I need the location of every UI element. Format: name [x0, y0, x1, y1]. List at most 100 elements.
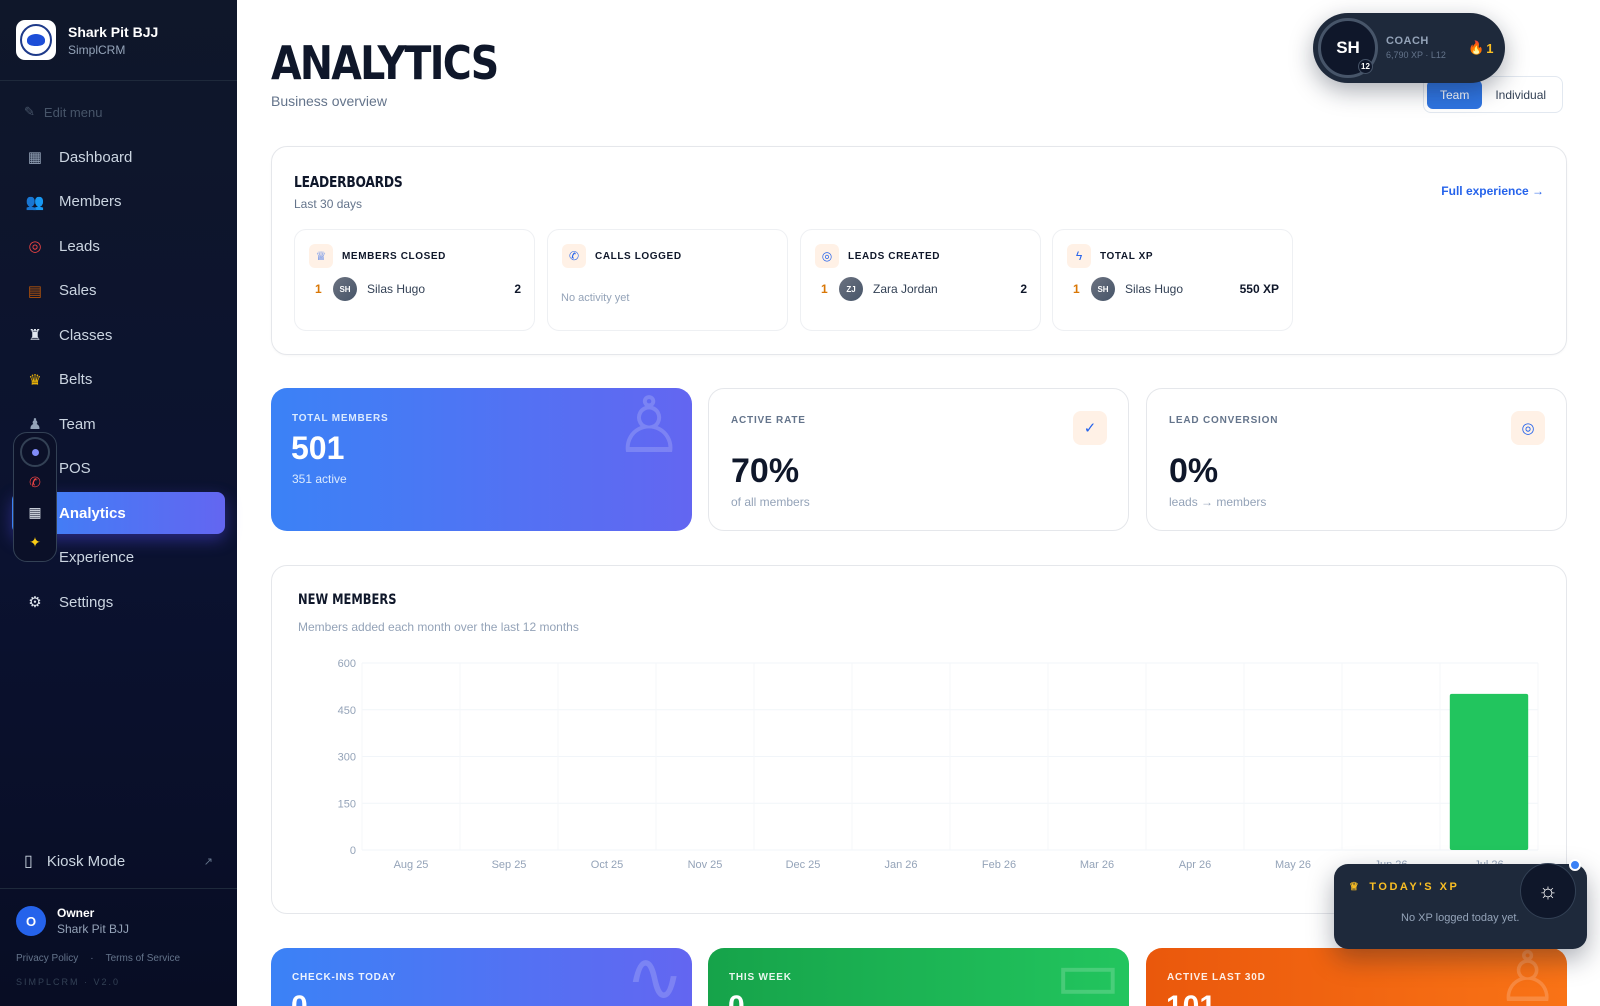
rank: 1	[315, 282, 322, 296]
board-title: CALLS LOGGED	[595, 250, 682, 262]
x-tick-label: Aug 25	[394, 859, 429, 871]
brand-logo	[16, 20, 56, 60]
leaderboard-members-closed: ♕ MEMBERS CLOSED 1 SH Silas Hugo 2	[294, 229, 535, 331]
sidebar-item-label: Team	[59, 415, 96, 433]
users-icon: 👥	[25, 193, 45, 211]
sparkle-icon[interactable]: ✦	[20, 527, 50, 557]
stat-sub: leads → members	[1169, 495, 1267, 509]
sidebar: Shark Pit BJJ SimplCRM ✎ Edit menu ▦ Dash…	[0, 0, 237, 1006]
gi-icon: ♜	[28, 327, 42, 344]
theme-toggle-button[interactable]: ☼	[1520, 863, 1576, 919]
stat-value: 70%	[731, 452, 800, 490]
x-tick-label: Nov 25	[688, 859, 723, 871]
full-experience-link[interactable]: Full experience →	[1441, 184, 1544, 198]
team-toggle-button[interactable]: Team	[1427, 80, 1483, 109]
score: 2	[514, 282, 521, 296]
sidebar-item-settings[interactable]: ⚙ Settings	[12, 581, 225, 623]
total-members-card[interactable]: ♙ TOTAL MEMBERS 501 351 active	[271, 388, 692, 531]
coach-role: COACH	[1386, 34, 1429, 47]
edit-menu-button[interactable]: ✎ Edit menu	[24, 104, 102, 120]
sidebar-item-label: Leads	[59, 237, 100, 255]
list-item: 1 ZJ Zara Jordan 2	[821, 277, 1027, 301]
quick-action-dock: ✆ ▦ ✦	[13, 432, 57, 562]
sidebar-item-belts[interactable]: ♛ Belts	[12, 359, 225, 401]
briefcase-icon: ▤	[27, 282, 43, 300]
sidebar-item-label: Classes	[59, 326, 113, 344]
sidebar-item-label: Dashboard	[59, 148, 133, 166]
stat-sub: of all members	[731, 495, 810, 509]
status-dot-button[interactable]	[20, 437, 50, 467]
legal-links: Privacy Policy · Terms of Service	[16, 953, 180, 964]
level-badge: 12	[1358, 59, 1373, 74]
tablet-icon: ▯	[24, 853, 33, 870]
section-subtitle: Last 30 days	[294, 197, 363, 211]
avatar: SH	[333, 277, 357, 301]
member-name: Silas Hugo	[1125, 282, 1184, 296]
leaderboard-total-xp: ϟ TOTAL XP 1 SH Silas Hugo 550 XP	[1052, 229, 1293, 331]
edit-menu-label: Edit menu	[43, 104, 103, 120]
sidebar-item-members[interactable]: 👥 Members	[12, 181, 225, 223]
stat-label: CHECK-INS TODAY	[292, 972, 397, 983]
score: 2	[1020, 282, 1027, 296]
sidebar-item-leads[interactable]: ◎ Leads	[12, 225, 225, 267]
stat-value: 0	[291, 990, 308, 1006]
stat-label: LEAD CONVERSION	[1169, 415, 1279, 426]
sidebar-item-classes[interactable]: ♜ Classes	[12, 314, 225, 356]
avatar: SH 12	[1318, 18, 1378, 78]
divider	[0, 80, 237, 81]
stat-label: TOTAL MEMBERS	[292, 413, 389, 424]
users-icon: ♙	[614, 388, 684, 469]
avatar: ZJ	[839, 277, 863, 301]
brand[interactable]: Shark Pit BJJ SimplCRM	[16, 20, 158, 60]
x-tick-label: Oct 25	[591, 859, 623, 871]
owner-gym: Shark Pit BJJ	[57, 922, 130, 936]
new-members-bar-chart: 0 150 300 450 600 Aug 25 Sep 25 Oct 25 Nov 25 Dec…	[338, 658, 1539, 871]
flame-icon: 🔥	[1468, 40, 1485, 55]
phone-icon[interactable]: ✆	[20, 467, 50, 497]
edit-icon: ✎	[24, 104, 35, 119]
privacy-link[interactable]: Privacy Policy	[16, 953, 78, 964]
sidebar-item-sales[interactable]: ▤ Sales	[12, 270, 225, 312]
this-week-card[interactable]: ▭ THIS WEEK 0	[708, 948, 1129, 1006]
leaderboard-leads-created: ◎ LEADS CREATED 1 ZJ Zara Jordan 2	[800, 229, 1041, 331]
score: 550 XP	[1239, 282, 1279, 296]
new-members-chart-card: NEW MEMBERS Members added each month ove…	[271, 565, 1567, 914]
xp-widget-title: ♕ TODAY'S XP	[1349, 880, 1460, 894]
streak-count: 1	[1486, 40, 1494, 56]
avatar: SH	[1091, 277, 1115, 301]
leaderboards-card: LEADERBOARDS Last 30 days Full experienc…	[271, 146, 1567, 355]
y-tick-label: 600	[338, 658, 356, 670]
notification-dot	[1569, 859, 1581, 871]
users-icon: ♙	[1496, 948, 1559, 1006]
board-title: MEMBERS CLOSED	[342, 250, 446, 262]
active-rate-card[interactable]: ACTIVE RATE ✓ 70% of all members	[708, 388, 1129, 531]
calendar-icon: ▭	[1054, 948, 1121, 1006]
kiosk-label: Kiosk Mode	[46, 852, 126, 870]
stat-value: 0%	[1169, 452, 1219, 490]
lead-conversion-card[interactable]: LEAD CONVERSION ◎ 0% leads → members	[1146, 388, 1567, 531]
calendar-icon[interactable]: ▦	[20, 497, 50, 527]
trophy-icon: ♕	[309, 244, 333, 268]
terms-link[interactable]: Terms of Service	[106, 953, 180, 964]
member-name: Zara Jordan	[873, 282, 938, 296]
owner-profile[interactable]: O Owner Shark Pit BJJ	[16, 906, 129, 936]
y-tick-label: 0	[350, 845, 356, 857]
sun-icon: ☼	[1537, 878, 1559, 903]
individual-toggle-button[interactable]: Individual	[1482, 80, 1559, 109]
active-last-30d-card[interactable]: ♙ ACTIVE LAST 30D 101	[1146, 948, 1567, 1006]
x-tick-label: Mar 26	[1080, 859, 1114, 871]
y-tick-label: 300	[338, 752, 356, 764]
divider	[0, 888, 237, 889]
coach-xp-pill[interactable]: SH 12 COACH 6,790 XP · L12 🔥 1	[1313, 13, 1505, 83]
xp-title-text: TODAY'S XP	[1369, 880, 1460, 893]
sidebar-item-label: Analytics	[59, 504, 126, 522]
sidebar-item-dashboard[interactable]: ▦ Dashboard	[12, 136, 225, 178]
target-icon: ◎	[1511, 411, 1545, 445]
brand-name: Shark Pit BJJ	[68, 23, 159, 40]
checkins-today-card[interactable]: ∿ CHECK-INS TODAY 0	[271, 948, 692, 1006]
target-icon: ◎	[28, 238, 42, 255]
sidebar-item-label: Settings	[59, 593, 114, 611]
kiosk-mode-button[interactable]: ▯ Kiosk Mode ↗	[24, 851, 213, 871]
sidebar-item-label: Members	[59, 193, 122, 210]
page-title: ANALYTICS	[271, 36, 499, 90]
